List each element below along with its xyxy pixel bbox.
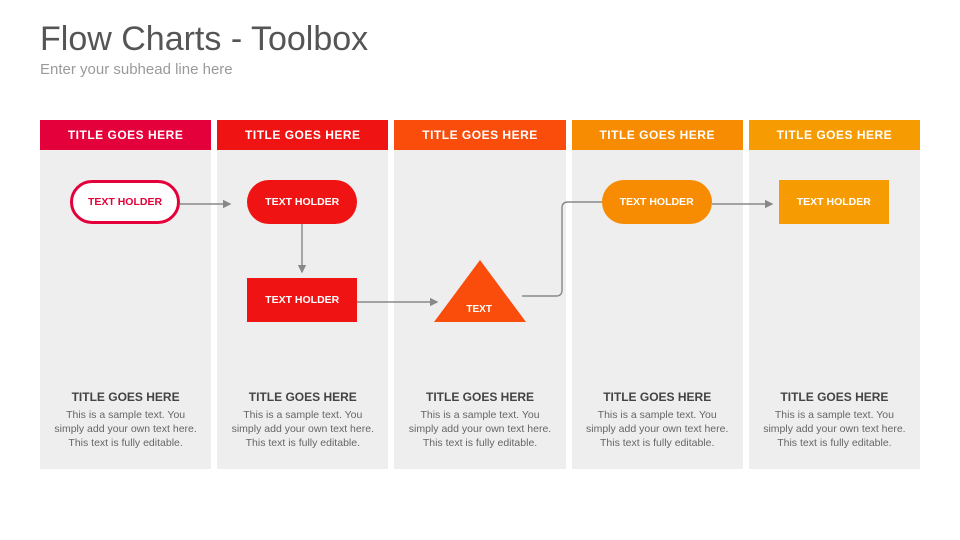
connector-n2-n3 [300,224,304,284]
column-0-footer: TITLE GOES HERE This is a sample text. Y… [40,380,211,469]
column-2-header: TITLE GOES HERE [394,120,565,150]
column-4-footer-title: TITLE GOES HERE [763,390,906,404]
column-4-footer: TITLE GOES HERE This is a sample text. Y… [749,380,920,469]
column-2-footer: TITLE GOES HERE This is a sample text. Y… [394,380,565,469]
column-0-body: TEXT HOLDER [40,150,211,380]
column-3-footer-title: TITLE GOES HERE [586,390,729,404]
column-3-header: TITLE GOES HERE [572,120,743,150]
column-3: TITLE GOES HERE TEXT HOLDER TITLE GOES H… [572,120,743,469]
column-0-footer-title: TITLE GOES HERE [54,390,197,404]
node-n4-label: TEXT [466,304,492,315]
slide-title: Flow Charts - Toolbox [40,20,920,59]
column-2-footer-title: TITLE GOES HERE [408,390,551,404]
column-3-footer: TITLE GOES HERE This is a sample text. Y… [572,380,743,469]
column-2: TITLE GOES HERE TEXT TITLE GOES HERE Thi… [394,120,565,469]
column-1-footer-body: This is a sample text. You simply add yo… [231,408,374,451]
column-4: TITLE GOES HERE TEXT HOLDER TITLE GOES H… [749,120,920,469]
column-0-footer-body: This is a sample text. You simply add yo… [54,408,197,451]
node-n2-label: TEXT HOLDER [265,196,339,208]
node-n5: TEXT HOLDER [602,180,712,224]
columns-container: TITLE GOES HERE TEXT HOLDER TITLE GOES H… [40,120,920,469]
node-n1: TEXT HOLDER [70,180,180,224]
column-2-body: TEXT [394,150,565,380]
column-3-body: TEXT HOLDER [572,150,743,380]
column-4-header: TITLE GOES HERE [749,120,920,150]
node-n2: TEXT HOLDER [247,180,357,224]
column-0-header: TITLE GOES HERE [40,120,211,150]
node-n6-label: TEXT HOLDER [797,196,871,208]
column-1-header: TITLE GOES HERE [217,120,388,150]
node-n3: TEXT HOLDER [247,278,357,322]
column-1-body: TEXT HOLDER TEXT HOLDER [217,150,388,380]
column-4-footer-body: This is a sample text. You simply add yo… [763,408,906,451]
node-n6: TEXT HOLDER [779,180,889,224]
column-2-footer-body: This is a sample text. You simply add yo… [408,408,551,451]
node-n5-label: TEXT HOLDER [620,196,694,208]
slide: Flow Charts - Toolbox Enter your subhead… [0,0,960,540]
column-0: TITLE GOES HERE TEXT HOLDER TITLE GOES H… [40,120,211,469]
node-n1-label: TEXT HOLDER [88,196,162,208]
node-n3-label: TEXT HOLDER [265,294,339,306]
column-1-footer: TITLE GOES HERE This is a sample text. Y… [217,380,388,469]
column-3-footer-body: This is a sample text. You simply add yo… [586,408,729,451]
column-4-body: TEXT HOLDER [749,150,920,380]
column-1: TITLE GOES HERE TEXT HOLDER TEXT HOLDER [217,120,388,469]
column-1-footer-title: TITLE GOES HERE [231,390,374,404]
slide-subtitle: Enter your subhead line here [40,61,920,78]
